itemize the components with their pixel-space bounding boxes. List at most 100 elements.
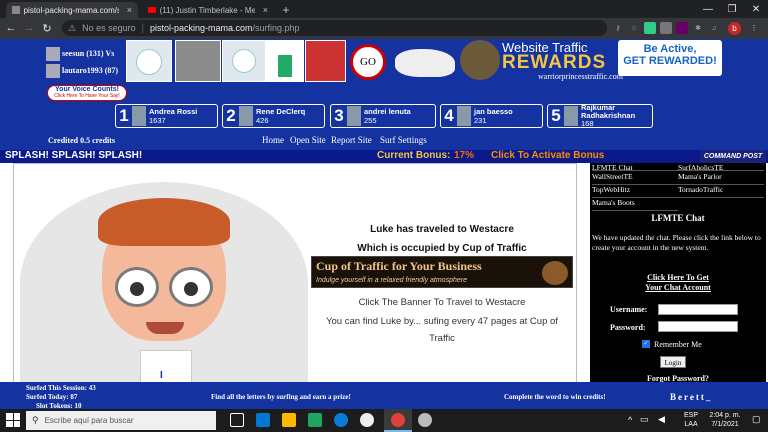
- cup-of-traffic-banner[interactable]: Cup of Traffic for Your Business Indulge…: [311, 256, 573, 288]
- star-icon[interactable]: ☆: [628, 22, 640, 34]
- windows-taskbar: ⚲ Escribe aquí para buscar ^ ▭ ◀ ESP LAA…: [0, 409, 768, 432]
- click-banner-text: Click The Banner To Travel to Westacre: [358, 297, 526, 308]
- login-button[interactable]: Login: [660, 356, 686, 368]
- stats-footer: Surfed This Session: 43 Surfed Today: 87…: [0, 382, 768, 410]
- taskbar-active-chrome[interactable]: [384, 409, 412, 432]
- edge-icon[interactable]: [334, 413, 348, 427]
- maximize-icon[interactable]: ❐: [720, 0, 744, 18]
- extension-purple-icon[interactable]: [676, 22, 688, 34]
- minimize-icon[interactable]: —: [696, 0, 720, 18]
- close-window-icon[interactable]: ✕: [744, 0, 768, 18]
- start-windows-icon[interactable]: [6, 413, 20, 427]
- menu-icon[interactable]: ⋮: [748, 22, 760, 34]
- youtube-icon: [148, 7, 156, 13]
- username-label: Username:: [610, 305, 648, 314]
- sidebar-link-mamas-parlor[interactable]: Mama's Parlor: [678, 172, 764, 185]
- lang-2: LAA: [684, 421, 698, 428]
- user-stat-1: seesun (131) Vs: [62, 49, 115, 58]
- snowman-hat-image: [266, 40, 304, 82]
- username-input[interactable]: [658, 304, 738, 315]
- reload-icon[interactable]: ↻: [40, 21, 54, 35]
- tab-pistol-packing-mama[interactable]: pistol-packing-mama.com/surfi ×: [6, 2, 138, 18]
- report-site-link[interactable]: Report Site: [331, 135, 372, 145]
- sidebar-link-mamas-boots[interactable]: Mama's Boots: [592, 198, 678, 211]
- go-button[interactable]: GO: [350, 44, 386, 80]
- extension-green-icon[interactable]: [644, 22, 656, 34]
- rank-num: 4: [444, 106, 454, 125]
- extension-grey-icon[interactable]: [660, 22, 672, 34]
- rank-avatar: [564, 106, 578, 126]
- word-progress: Berett_: [670, 392, 713, 402]
- rank-num: 3: [334, 106, 344, 125]
- activate-bonus-link[interactable]: Click To Activate Bonus: [491, 150, 604, 161]
- rank-name: andrei lenuta: [364, 107, 411, 116]
- back-icon[interactable]: ←: [4, 21, 18, 35]
- rank-card-3[interactable]: 3 andrei lenuta 255: [330, 104, 436, 128]
- snowman-image: [222, 40, 266, 82]
- surf-settings-link[interactable]: Surf Settings: [380, 135, 427, 145]
- lang-1: ESP: [684, 412, 699, 419]
- task-view-icon[interactable]: [230, 413, 244, 427]
- sidebar-link-lfmte-chat[interactable]: LFMTE Chat: [592, 163, 678, 171]
- browser-tab-bar: pistol-packing-mama.com/surfi × (11) Jus…: [0, 0, 768, 18]
- clock[interactable]: 2:04 p. m. 7/1/2021: [704, 411, 746, 429]
- volume-icon[interactable]: ◀: [658, 414, 665, 425]
- create-chat-link-2[interactable]: Your Chat Account: [590, 283, 766, 292]
- taskbar-search-box[interactable]: ⚲ Escribe aquí para buscar: [26, 411, 216, 430]
- photos-icon[interactable]: [418, 413, 432, 427]
- mail-icon[interactable]: [256, 413, 270, 427]
- snowman-image: [126, 40, 172, 82]
- sidebar-link-wallstreette[interactable]: WallStreetTE: [592, 172, 678, 185]
- rank-card-2[interactable]: 2 Rene DeClerq 426: [222, 104, 325, 128]
- network-icon[interactable]: ▭: [640, 414, 649, 425]
- tray-chevron-icon[interactable]: ^: [628, 415, 632, 425]
- forward-icon[interactable]: →: [22, 21, 36, 35]
- tab-youtube[interactable]: (11) Justin Timberlake - Mec ×: [142, 2, 274, 18]
- rank-num: 1: [119, 106, 129, 125]
- rank-name: Rene DeClerq: [256, 107, 306, 116]
- rank-score: 231: [474, 116, 487, 125]
- excel-icon[interactable]: [308, 413, 322, 427]
- key-icon[interactable]: ⚷: [612, 22, 624, 34]
- sidebar-link-surfaholicste[interactable]: SurfAholicsTE: [678, 163, 764, 171]
- create-chat-link-1[interactable]: Click Here To Get: [590, 273, 766, 282]
- input-language[interactable]: ESP LAA: [684, 411, 698, 429]
- cat-image: [175, 40, 221, 82]
- rank-avatar: [239, 106, 253, 126]
- open-site-link[interactable]: Open Site: [290, 135, 326, 145]
- find-luke-text: You can find Luke by... sufing every 47 …: [326, 316, 558, 327]
- new-tab-button[interactable]: +: [278, 2, 294, 18]
- remember-checkbox[interactable]: ✓: [642, 340, 650, 348]
- rank-card-1[interactable]: 1 Andrea Rossi 1637: [115, 104, 218, 128]
- profile-avatar[interactable]: b: [728, 22, 741, 35]
- rank-name: Andrea Rossi: [149, 107, 198, 116]
- rewards-banner[interactable]: Website Traffic REWARDS warriorprincesst…: [460, 40, 722, 82]
- sidebar-link-tornadotraffic[interactable]: TornadoTraffic: [678, 185, 764, 198]
- rank-num: 2: [226, 106, 236, 125]
- your-voice-counts-button[interactable]: Your Voice Counts! Click Here To Have Yo…: [47, 85, 127, 101]
- close-tab-icon[interactable]: ×: [127, 5, 132, 15]
- hair-shape: [98, 198, 230, 246]
- media-icon[interactable]: ♫: [708, 22, 720, 34]
- voice-title: Your Voice Counts!: [55, 86, 119, 93]
- sidebar-link-topwebhitz[interactable]: TopWebHitz: [592, 185, 678, 198]
- file-explorer-icon[interactable]: [282, 413, 296, 427]
- home-link[interactable]: Home: [262, 135, 284, 145]
- rank-card-5[interactable]: 5 Rajkumar Radhakrishnan 168: [547, 104, 653, 128]
- white-cat-image: [395, 49, 455, 77]
- voice-sub: Click Here To Have Your Say!: [54, 93, 120, 99]
- complete-word-text: Complete the word to win credits!: [504, 393, 606, 401]
- rank-name: Rajkumar Radhakrishnan: [581, 103, 636, 120]
- letters-prize-text: Find all the letters by surfing and earn…: [211, 393, 351, 401]
- close-tab-icon[interactable]: ×: [263, 5, 268, 15]
- rank-card-4[interactable]: 4 jan baesso 231: [440, 104, 543, 128]
- password-input[interactable]: [658, 321, 738, 332]
- rank-name: jan baesso: [474, 107, 513, 116]
- notification-icon[interactable]: ▢: [752, 414, 761, 425]
- chrome-icon[interactable]: [360, 413, 374, 427]
- sidebar: LFMTE Chat SurfAholicsTE WallStreetTE Ma…: [590, 163, 766, 383]
- banner-sub: Indulge yourself in a relaxed friendly a…: [316, 277, 467, 284]
- travel-title: Luke has traveled to Westacre: [370, 224, 514, 235]
- puzzle-icon[interactable]: ✱: [692, 22, 704, 34]
- url-bar[interactable]: ⚠ No es seguro | pistol-packing-mama.com…: [62, 20, 607, 36]
